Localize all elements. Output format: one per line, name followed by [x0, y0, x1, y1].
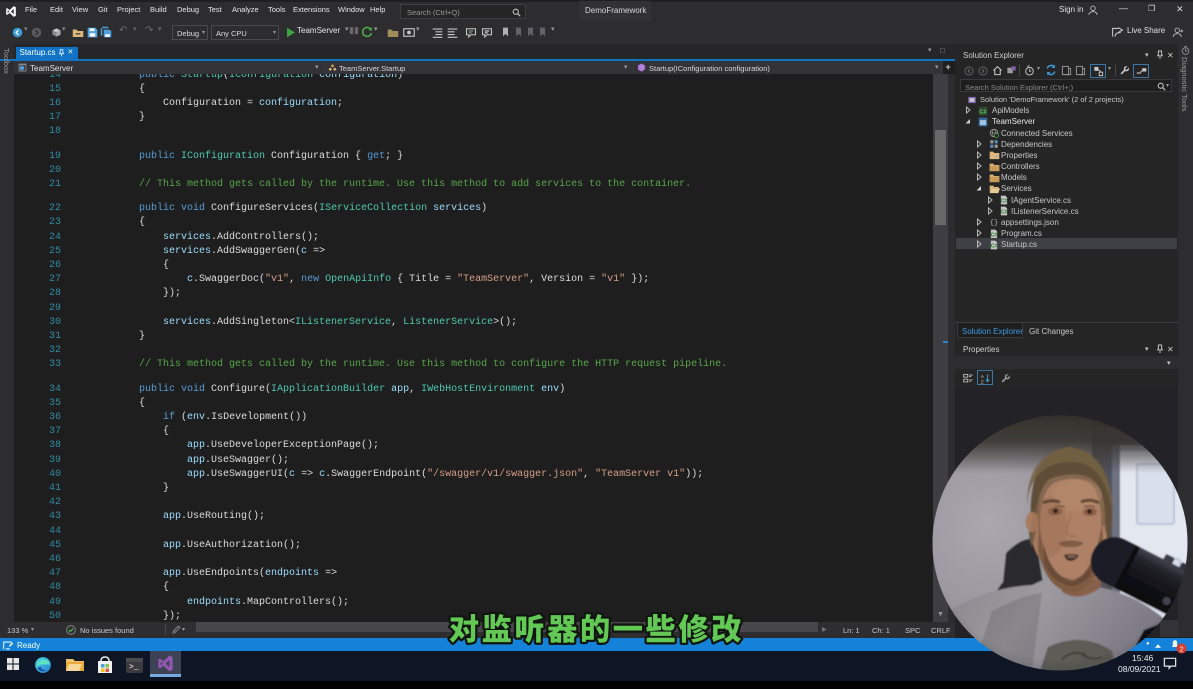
- svg-text:>_: >_: [129, 663, 139, 672]
- svg-text:C#: C#: [1001, 199, 1008, 205]
- svg-text:{}: {}: [990, 220, 998, 228]
- svg-text:C#: C#: [979, 109, 987, 115]
- svg-text:C#: C#: [1001, 210, 1008, 216]
- svg-text:Z: Z: [981, 379, 984, 384]
- svg-text:A: A: [981, 373, 985, 379]
- svg-text:C#: C#: [991, 243, 998, 249]
